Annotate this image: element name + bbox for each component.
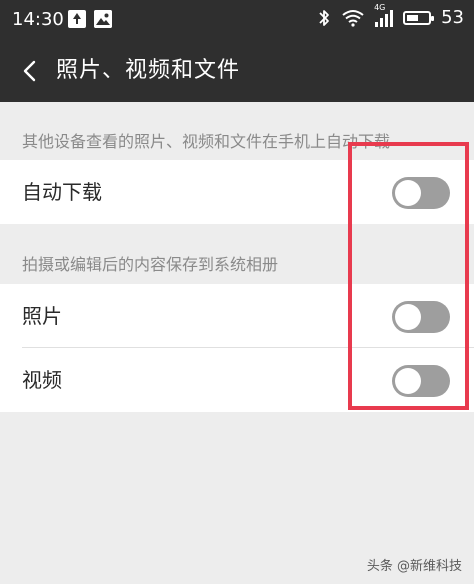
highlight-annotation <box>348 142 469 410</box>
upload-icon <box>68 10 86 28</box>
app-bar: 照片、视频和文件 <box>0 40 474 102</box>
back-button[interactable] <box>14 54 46 88</box>
chevron-left-icon <box>23 60 36 82</box>
section-header-save-to-album: 拍摄或编辑后的内容保存到系统相册 <box>22 255 279 274</box>
image-icon <box>94 10 112 28</box>
setting-label: 自动下载 <box>22 180 102 204</box>
setting-label: 视频 <box>22 368 62 392</box>
wifi-icon <box>342 10 364 27</box>
network-type: 4G <box>374 3 386 12</box>
notification-icons <box>68 10 112 28</box>
section-header-auto-download: 其他设备查看的照片、视频和文件在手机上自动下载 <box>22 132 391 151</box>
watermark: 头条 @新维科技 <box>366 559 462 574</box>
setting-label: 照片 <box>22 304 62 328</box>
page-title: 照片、视频和文件 <box>56 58 241 83</box>
bluetooth-icon <box>319 10 329 26</box>
signal-icon: 4G <box>374 3 394 27</box>
battery-icon <box>403 11 435 25</box>
status-right-icons: 4G 53 <box>317 3 464 28</box>
status-time: 14:30 <box>12 9 64 30</box>
battery-fill <box>407 15 419 21</box>
battery-level: 53 <box>441 7 464 28</box>
status-bar: 14:30 4G 53 <box>0 0 474 40</box>
